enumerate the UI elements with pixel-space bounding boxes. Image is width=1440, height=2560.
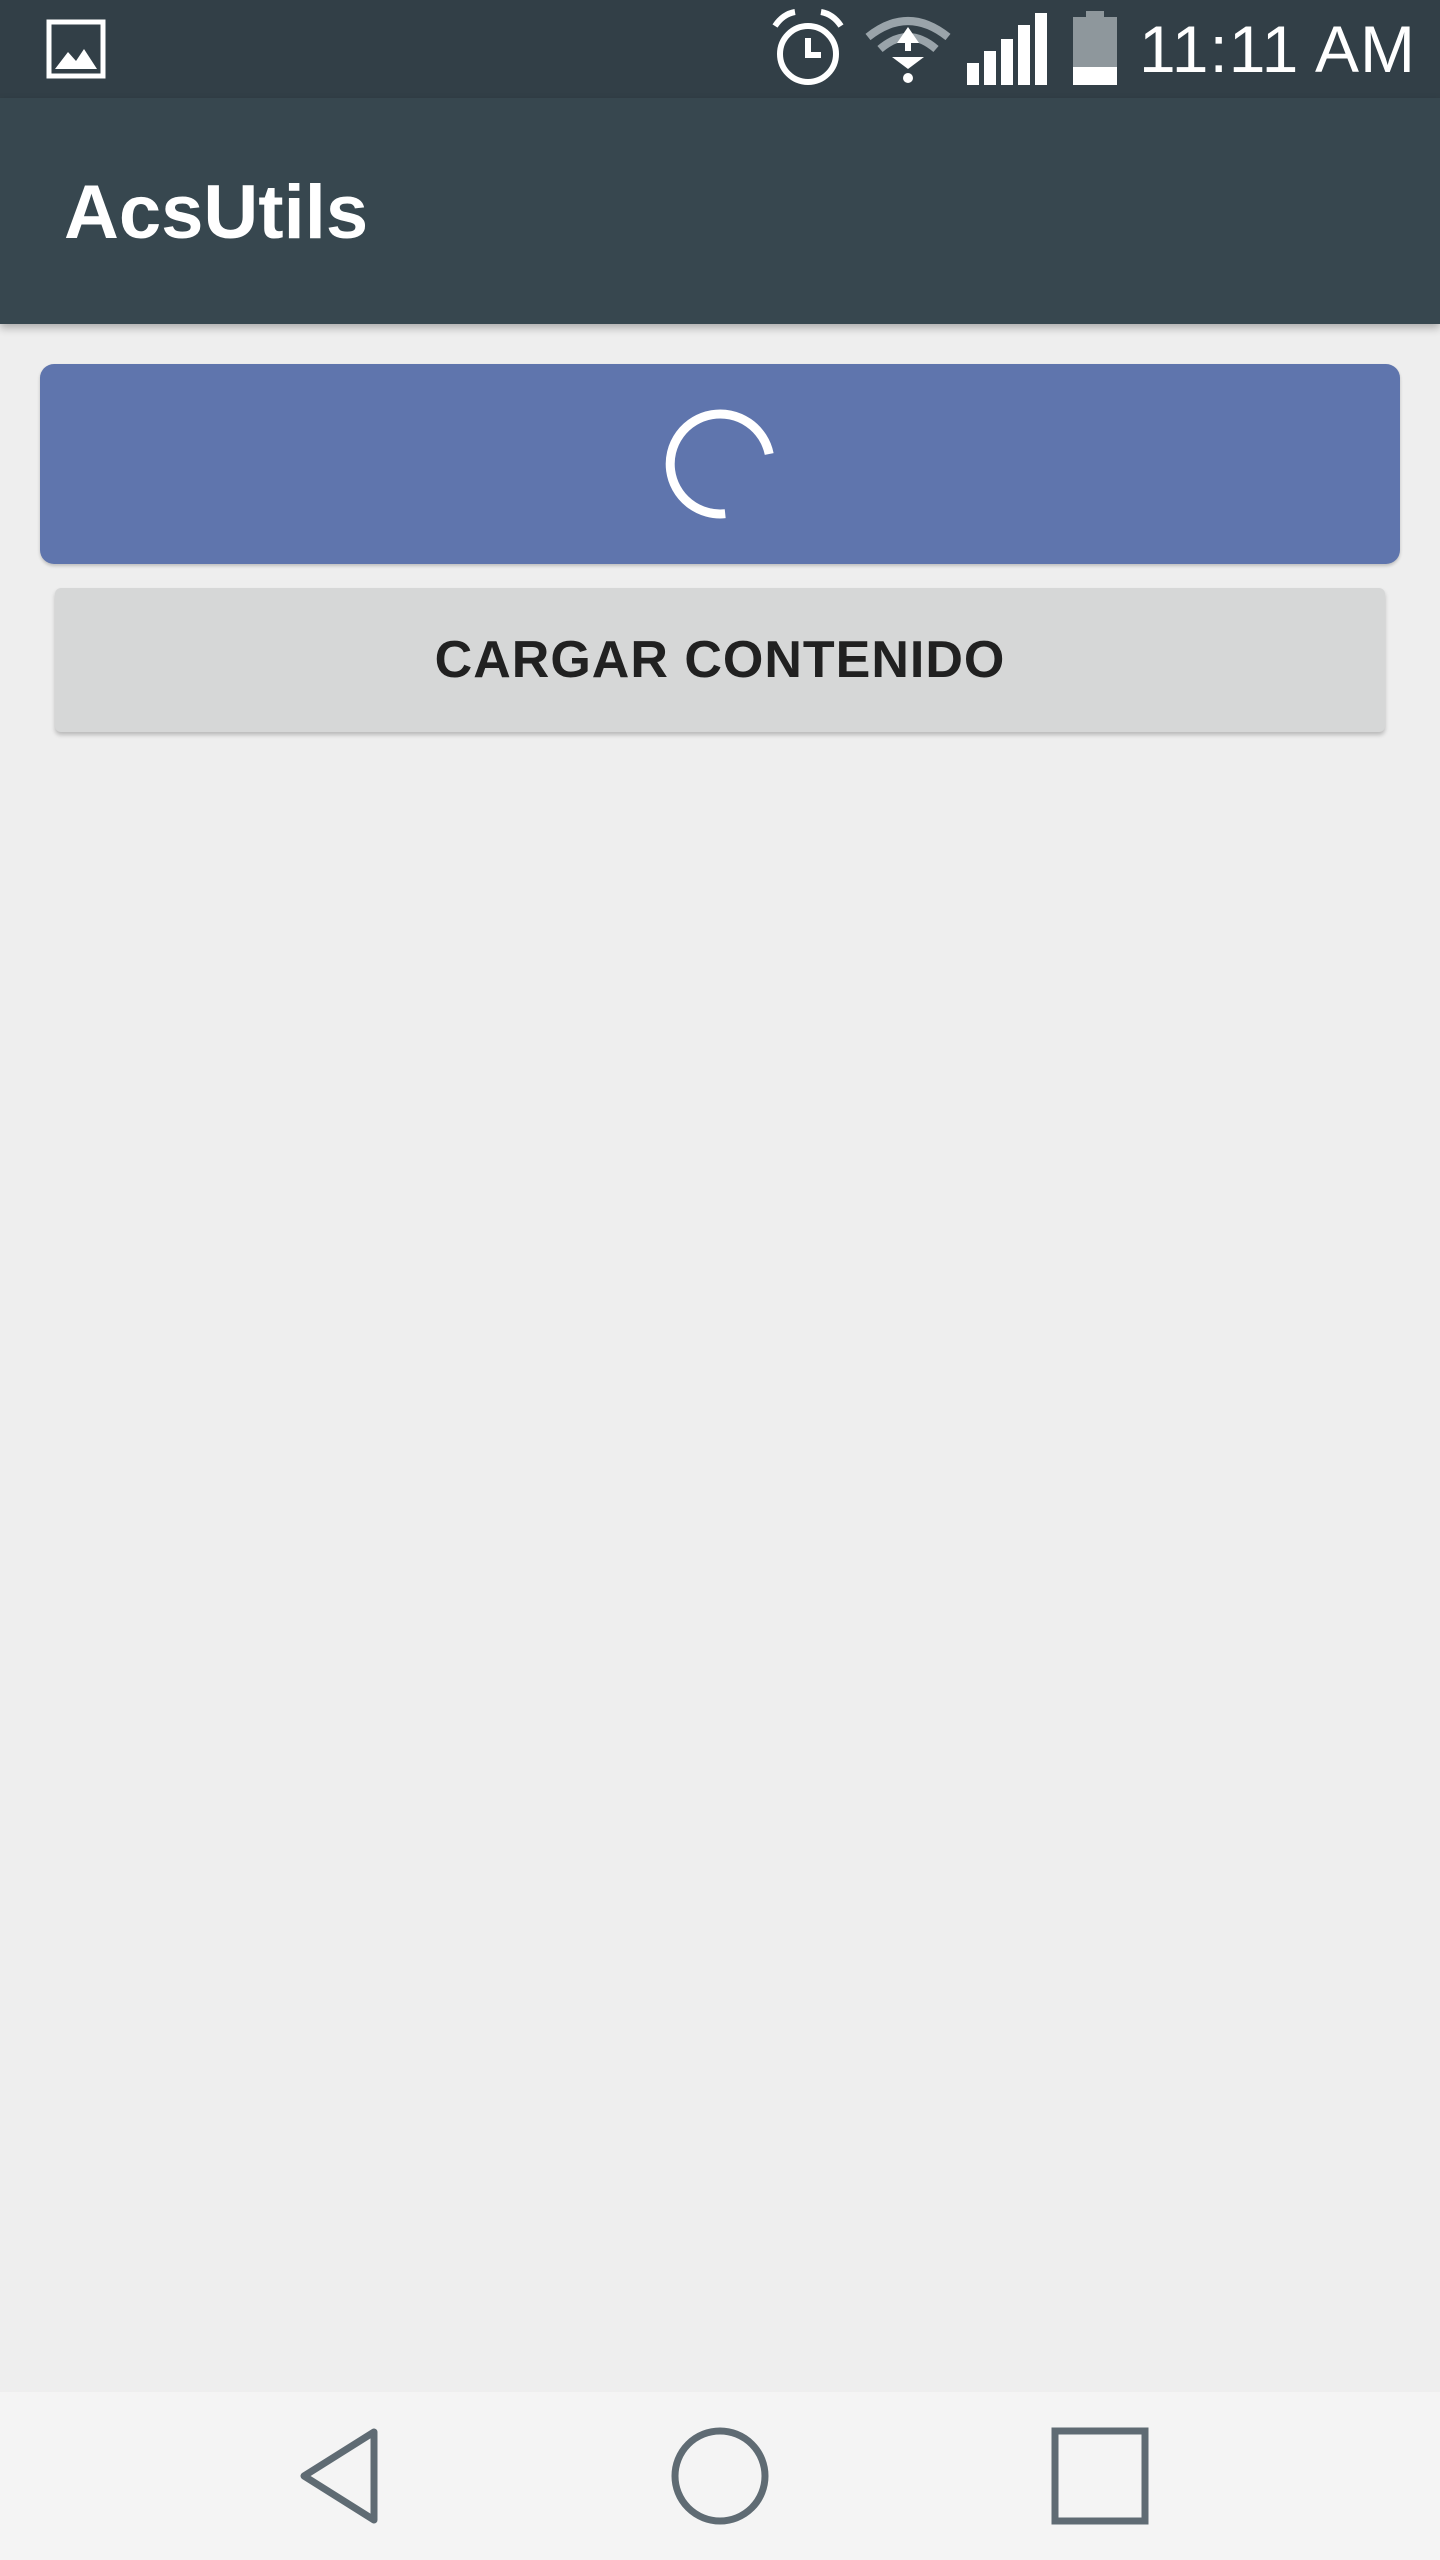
app-bar: AcsUtils (0, 98, 1440, 324)
load-content-button-label: CARGAR CONTENIDO (434, 631, 1006, 689)
navigation-bar (0, 2392, 1440, 2560)
gallery-icon (44, 0, 108, 98)
back-icon (300, 2428, 378, 2524)
status-bar-clock: 11:11 AM (1138, 12, 1416, 86)
signal-icon (964, 0, 1050, 98)
alarm-icon (766, 0, 850, 98)
spinner-icon (665, 409, 774, 519)
screen: 11:11 AM AcsUtils CARGAR CONTENIDO (0, 0, 1440, 2560)
home-icon (671, 2427, 769, 2525)
recent-apps-button[interactable] (1010, 2392, 1190, 2560)
battery-icon (1066, 0, 1124, 98)
home-button[interactable] (630, 2392, 810, 2560)
back-button[interactable] (250, 2392, 430, 2560)
recent-apps-icon (1051, 2427, 1149, 2525)
loading-button[interactable] (40, 364, 1400, 564)
status-bar: 11:11 AM (0, 0, 1440, 98)
wifi-icon (862, 0, 954, 98)
load-content-button[interactable]: CARGAR CONTENIDO (55, 588, 1385, 732)
app-title: AcsUtils (64, 170, 369, 255)
